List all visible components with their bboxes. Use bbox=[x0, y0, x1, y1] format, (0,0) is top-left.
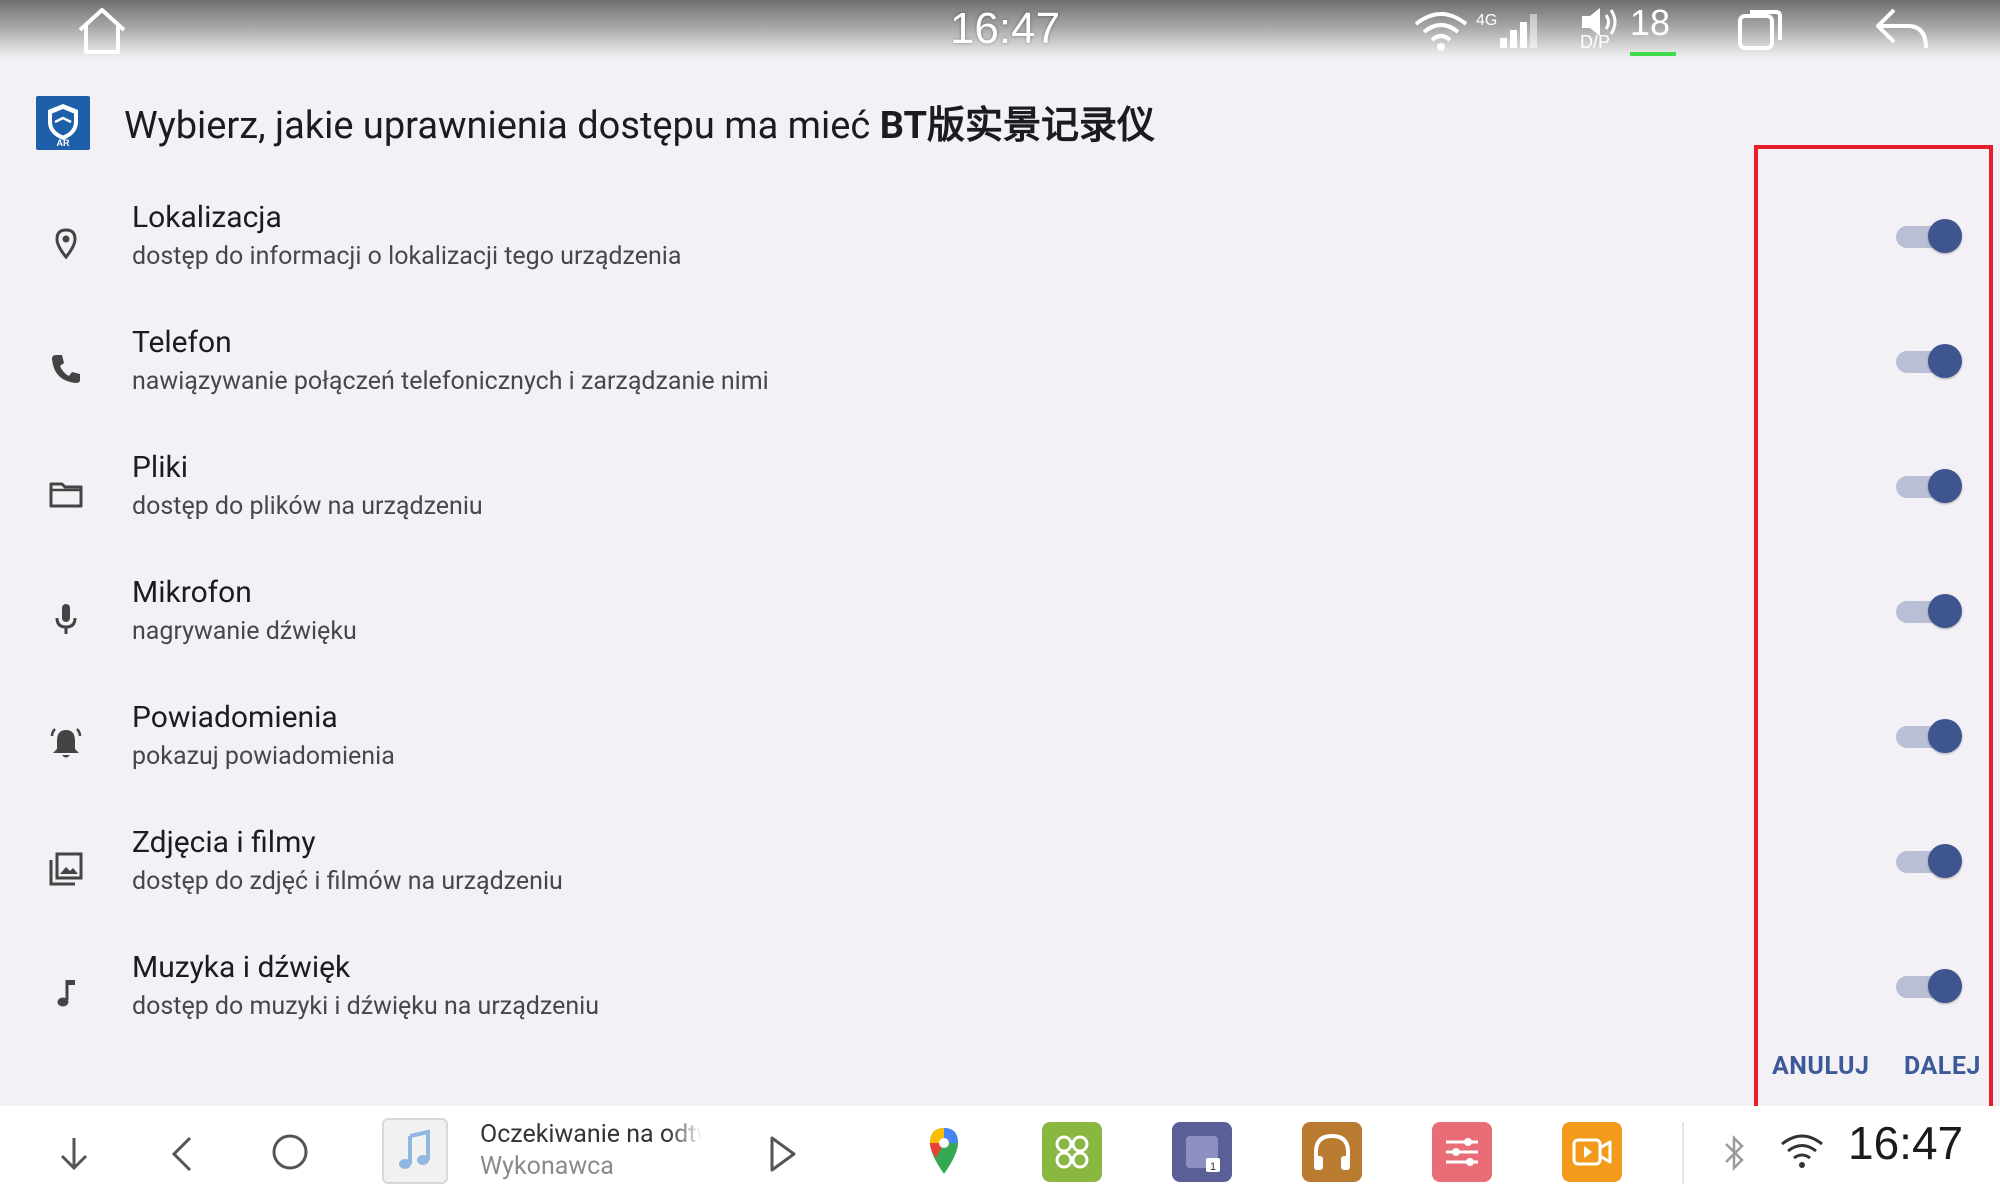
permission-row-music[interactable]: Muzyka i dźwięk dostęp do muzyki i dźwię… bbox=[0, 950, 1740, 1075]
volume-mode-label: D/P bbox=[1580, 32, 1611, 52]
nav-divider bbox=[1682, 1122, 1684, 1184]
recent-apps-icon[interactable] bbox=[1736, 6, 1786, 52]
permission-description: nagrywanie dźwięku bbox=[132, 617, 357, 646]
media-title: Oczekiwanie na odtwarzanie bbox=[480, 1120, 702, 1149]
permission-title: Lokalizacja bbox=[132, 200, 282, 235]
permission-row-files[interactable]: Pliki dostęp do plików na urządzeniu bbox=[0, 450, 1740, 575]
bluetooth-icon bbox=[1725, 1134, 1744, 1172]
permission-description: nawiązywanie połączeń telefonicznych i z… bbox=[132, 367, 769, 396]
permission-description: dostęp do muzyki i dźwięku na urządzeniu bbox=[132, 992, 600, 1021]
equalizer-app-icon[interactable] bbox=[1432, 1122, 1492, 1182]
permission-title: Zdjęcia i filmy bbox=[132, 825, 316, 860]
dialog-title: Wybierz, jakie uprawnienia dostępu ma mi… bbox=[124, 94, 1155, 149]
permission-title: Mikrofon bbox=[132, 575, 252, 610]
permission-row-location[interactable]: Lokalizacja dostęp do informacji o lokal… bbox=[0, 200, 1740, 325]
bell-icon bbox=[50, 728, 82, 758]
apps-grid-icon[interactable] bbox=[1042, 1122, 1102, 1182]
svg-text:1: 1 bbox=[1210, 1161, 1216, 1173]
nav-clock: 16:47 bbox=[1848, 1117, 1964, 1169]
dialog-app-name: BT版实景记录仪 bbox=[879, 104, 1155, 148]
status-clock: 16:47 bbox=[949, 4, 1061, 53]
phone-icon bbox=[52, 355, 80, 383]
app-icon: AR bbox=[36, 96, 90, 150]
signal-icon bbox=[1500, 14, 1537, 48]
wifi-icon bbox=[1414, 12, 1468, 51]
volume-indicator bbox=[1630, 52, 1676, 56]
maps-app-icon[interactable] bbox=[914, 1122, 974, 1182]
permission-description: dostęp do plików na urządzeniu bbox=[132, 492, 483, 521]
volume-level: 18 bbox=[1630, 2, 1671, 43]
music-note-icon bbox=[399, 1129, 430, 1169]
permission-title: Pliki bbox=[132, 450, 189, 485]
back-arrow-icon[interactable] bbox=[1872, 6, 1932, 52]
dialog-title-prefix: Wybierz, jakie uprawnienia dostępu ma mi… bbox=[124, 104, 880, 148]
wifi-icon bbox=[1781, 1134, 1823, 1168]
app-icon-badge: AR bbox=[56, 138, 70, 148]
media-artist: Wykonawca bbox=[480, 1152, 614, 1181]
permission-description: dostęp do informacji o lokalizacji tego … bbox=[132, 242, 682, 271]
nav-back-icon[interactable] bbox=[162, 1132, 202, 1176]
video-recorder-app-icon[interactable] bbox=[1562, 1122, 1622, 1182]
permission-row-phone[interactable]: Telefon nawiązywanie połączeń telefonicz… bbox=[0, 325, 1740, 450]
permission-description: pokazuj powiadomienia bbox=[132, 742, 395, 771]
permission-description: dostęp do zdjęć i filmów na urządzeniu bbox=[132, 867, 563, 896]
permission-row-photos[interactable]: Zdjęcia i filmy dostęp do zdjęć i filmów… bbox=[0, 825, 1740, 950]
microphone-icon bbox=[55, 604, 77, 634]
chevron-down-icon[interactable] bbox=[52, 1132, 96, 1176]
play-icon[interactable] bbox=[762, 1132, 802, 1176]
permission-title: Powiadomienia bbox=[132, 700, 338, 735]
permission-row-microphone[interactable]: Mikrofon nagrywanie dźwięku bbox=[0, 575, 1740, 700]
media-thumbnail[interactable] bbox=[382, 1118, 448, 1184]
bottom-nav-bar: Oczekiwanie na odtwarzanie Wykonawca 1 bbox=[0, 1106, 2000, 1200]
folder-icon bbox=[49, 482, 83, 508]
highlight-box bbox=[1754, 145, 1993, 1111]
permission-row-notifications[interactable]: Powiadomienia pokazuj powiadomienia bbox=[0, 700, 1740, 825]
headphones-app-icon[interactable] bbox=[1302, 1122, 1362, 1182]
photos-icon bbox=[49, 852, 83, 886]
permission-title: Telefon bbox=[132, 325, 232, 360]
split-screen-app-icon[interactable]: 1 bbox=[1172, 1122, 1232, 1182]
location-icon bbox=[55, 228, 77, 260]
network-type-label: 4G bbox=[1476, 12, 1498, 29]
nav-home-icon[interactable] bbox=[268, 1130, 312, 1174]
permission-title: Muzyka i dźwięk bbox=[132, 950, 351, 985]
status-bar: 16:47 4G D/P 18 bbox=[0, 0, 2000, 62]
home-icon[interactable] bbox=[74, 4, 130, 56]
music-note-icon bbox=[57, 980, 75, 1007]
